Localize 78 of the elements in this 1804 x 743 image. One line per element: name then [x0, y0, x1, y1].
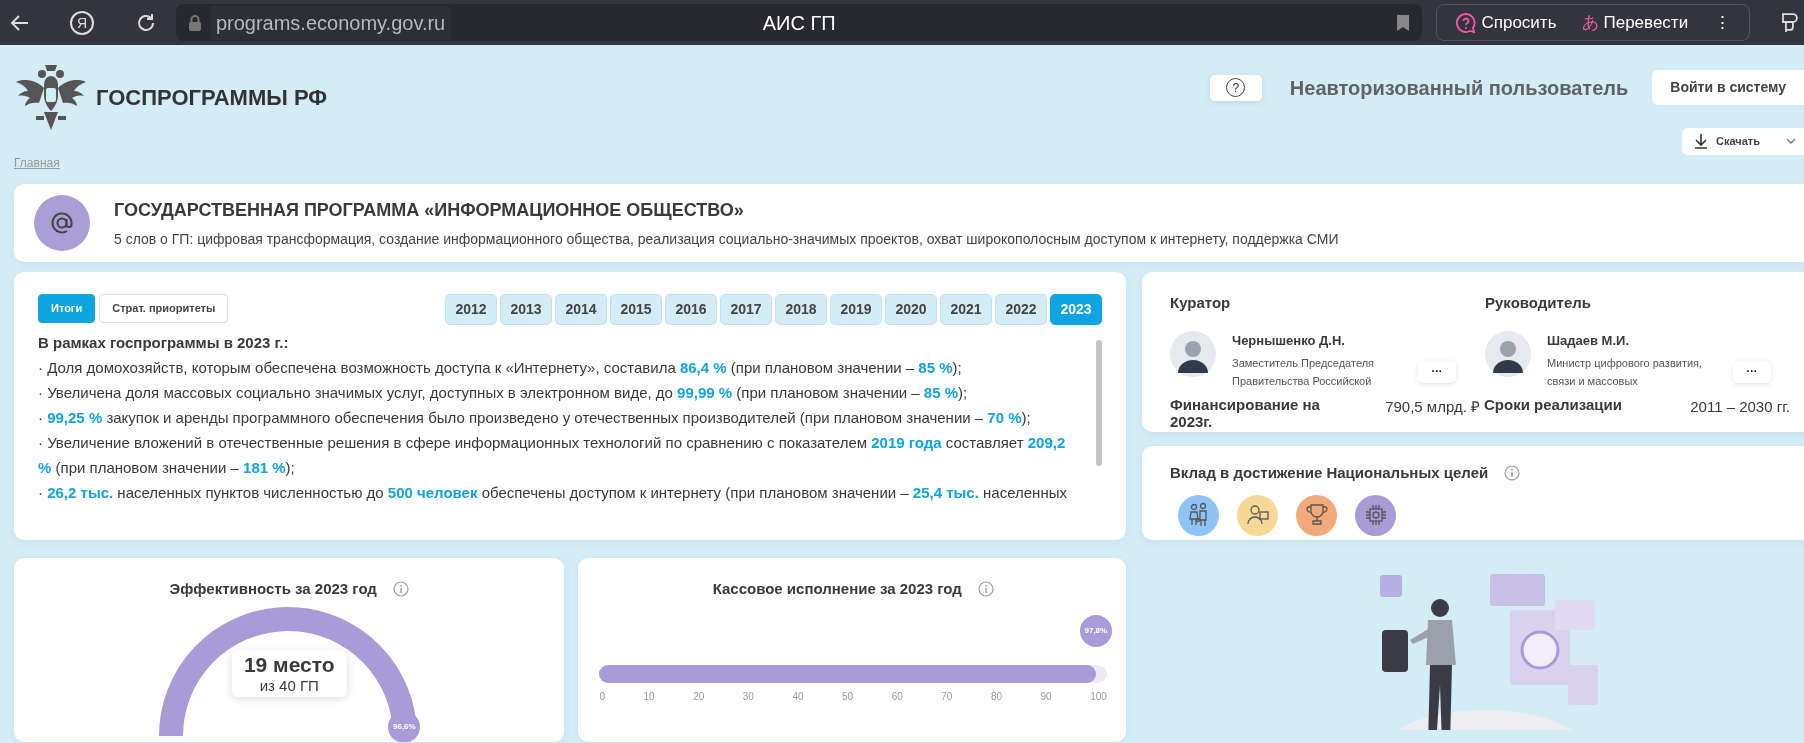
scrollbar[interactable] — [1096, 340, 1102, 466]
bookmark-icon[interactable] — [1396, 13, 1411, 32]
axis-tick: 80 — [990, 689, 1003, 704]
person-name: Чернышенко Д.Н. — [1232, 331, 1346, 350]
address-text[interactable]: programs.economy.gov.ru — [209, 5, 452, 40]
info-icon[interactable] — [977, 581, 994, 598]
percent-badge: 97,8% — [1079, 614, 1112, 647]
chat-question-icon — [1455, 11, 1478, 34]
result-item: · Доля домохозяйств, которым обеспечена возможность доступа к «Интернету», составила 86,4 % (при плановом значении – 85 %); — [38, 358, 963, 378]
fact-label: Финансирование на 2023г. — [1170, 396, 1320, 430]
fact-value: 2011 – 2030 гг. — [1690, 397, 1790, 417]
avatar — [1485, 330, 1531, 377]
translate-button[interactable]: あ Перевести — [1572, 7, 1699, 38]
axis-tick: 90 — [1040, 689, 1052, 704]
axis-tick: 30 — [742, 689, 754, 704]
help-button[interactable]: ? — [1209, 74, 1262, 101]
year-tab[interactable]: 2012 — [445, 294, 497, 325]
year-tab[interactable]: 2018 — [775, 294, 827, 325]
results-heading: В рамках госпрограммы в 2023 г.: — [38, 333, 290, 353]
axis-tick: 0 — [599, 689, 606, 704]
axis-tick: 10 — [643, 689, 655, 704]
ask-button[interactable]: Спросить — [1445, 7, 1567, 38]
more-button[interactable]: ··· — [1418, 360, 1456, 383]
lock-icon — [187, 13, 202, 32]
menu-button[interactable]: ⋮ — [1704, 7, 1742, 38]
download-icon — [1694, 133, 1708, 150]
program-title: ГОСУДАРСТВЕННАЯ ПРОГРАММА «ИНФОРМАЦИОННОЕ ОБЩЕСТВО» — [114, 198, 745, 222]
role-label: Руководитель — [1485, 293, 1592, 313]
fact-value: 790,5 млрд. ₽ — [1385, 397, 1480, 417]
result-item: · 99,25 % закупок и аренды программного обеспечения было произведено у отечественных производителей (при плановом значении – 70 %); — [38, 408, 1032, 428]
year-tab[interactable]: 2019 — [830, 294, 882, 325]
axis-tick: 50 — [842, 689, 854, 704]
info-icon[interactable] — [392, 581, 409, 598]
download-button[interactable]: Скачать — [1682, 128, 1804, 155]
user-name: Неавторизованный пользователь — [1289, 75, 1629, 101]
login-button[interactable]: Войти в систему — [1652, 70, 1804, 105]
axis-tick: 60 — [891, 689, 903, 704]
chip-icon[interactable] — [1355, 494, 1396, 536]
browser-logo[interactable]: Я — [70, 10, 94, 35]
fact-label: Сроки реализации — [1484, 396, 1623, 413]
result-item: · 26,2 тыс. населенных пунктов численностью до 500 человек обеспечены доступом к интернету (при плановом значении – 25,4 тыс. населенных — [38, 483, 1068, 503]
at-sign-icon — [34, 195, 90, 251]
axis-tick: 100 — [1090, 689, 1107, 704]
page-title: АИС ГП — [762, 10, 836, 36]
section-title: Вклад в достижение Национальных целей — [1170, 463, 1489, 483]
rank-value: 19 место — [243, 653, 335, 677]
chart-title: Эффективность за 2023 год — [169, 579, 377, 599]
family-icon[interactable] — [1178, 494, 1219, 536]
person-position: Министр цифрового развития, связи и массовых — [1547, 356, 1704, 389]
person-icon[interactable] — [1237, 494, 1278, 536]
avatar — [1170, 330, 1216, 377]
rank-total: из 40 ГП — [258, 677, 320, 694]
info-icon[interactable] — [1504, 465, 1521, 482]
brand-title: ГОСПРОГРАММЫ РФ — [96, 83, 328, 112]
axis-tick: 70 — [941, 689, 953, 704]
person-name: Шадаев М.И. — [1547, 331, 1630, 350]
year-tab[interactable]: 2015 — [610, 294, 662, 325]
axis-tick: 20 — [693, 689, 705, 704]
result-item: · Увеличена доля массовых социально значимых услуг, доступных в электронном виде, до 99,99 % (при плановом значении – 85 %); — [38, 383, 969, 403]
axis-tick: 40 — [792, 689, 804, 704]
more-button[interactable]: ··· — [1733, 360, 1771, 383]
role-label: Куратор — [1170, 293, 1232, 313]
year-tab[interactable]: 2022 — [995, 294, 1047, 325]
year-tab[interactable]: 2016 — [665, 294, 717, 325]
tab[interactable]: Страт. приоритеты — [99, 294, 229, 323]
year-tab[interactable]: 2013 — [500, 294, 552, 325]
year-tab[interactable]: 2020 — [885, 294, 937, 325]
chart-title: Кассовое исполнение за 2023 год — [712, 579, 962, 599]
address-bar[interactable]: programs.economy.gov.ru АИС ГП — [175, 4, 1423, 41]
person-position: Заместитель Председателя Правительства Российской — [1232, 356, 1376, 389]
year-tab[interactable]: 2017 — [720, 294, 772, 325]
year-tab[interactable]: 2021 — [940, 294, 992, 325]
emblem-icon — [14, 62, 88, 132]
result-item: · Увеличение вложений в отечественные решения в сфере информационных технологий по сравнению с показателем 2019 года составляет 209,2 % (при плановом значении – 181 %); — [38, 433, 1067, 478]
year-tab[interactable]: 2014 — [555, 294, 607, 325]
program-summary: 5 слов о ГП: цифровая трансформация, создание информационного общества, реализация социально-значимых проектов, охват широкополосным доступом к интернету, поддержка СМИ — [114, 229, 1339, 249]
trophy-icon[interactable] — [1296, 494, 1337, 536]
caret-icon — [1786, 137, 1796, 146]
